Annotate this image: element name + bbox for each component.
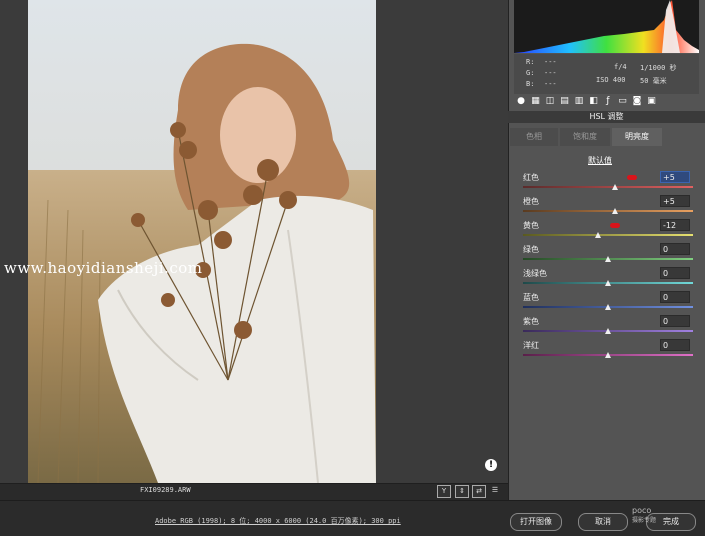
settings-icon[interactable]: ☰ [489, 485, 501, 496]
slider-value-field[interactable]: 0 [660, 267, 690, 279]
calibration-icon[interactable]: ◙ [630, 95, 644, 107]
image-status-bar [0, 483, 508, 500]
slider-label: 浅绿色 [523, 269, 547, 278]
brand-name: poco [632, 506, 652, 515]
slider-value-field[interactable]: 0 [660, 243, 690, 255]
slider-label: 橙色 [523, 197, 539, 206]
view-y-button[interactable]: Y [437, 485, 451, 498]
slider-track[interactable] [523, 186, 693, 188]
slider-track[interactable] [523, 210, 693, 212]
tool-icon-row: ● ▦ ◫ ▤ ▥ ◧ ƒ ▭ ◙ ▣ [514, 95, 699, 109]
slider-value-field[interactable]: -12 [660, 219, 690, 231]
slider-label: 红色 [523, 173, 539, 182]
slider-thumb[interactable] [605, 304, 611, 310]
compare-icon[interactable]: ⇕ [455, 485, 469, 498]
grid-icon[interactable]: ▦ [529, 95, 543, 107]
brand-subtitle: 摄影专题 [632, 517, 657, 524]
cancel-button[interactable]: 取消 [578, 513, 628, 531]
lens-icon[interactable]: ▭ [616, 95, 630, 107]
slider-label: 黄色 [523, 221, 539, 230]
slider-thumb[interactable] [605, 352, 611, 358]
portrait-photo [28, 0, 376, 483]
open-image-button[interactable]: 打开图像 [510, 513, 562, 531]
r-label: R: [526, 58, 535, 66]
histogram-graph [514, 0, 699, 53]
hsl-icon[interactable]: ▥ [572, 95, 586, 107]
slider-track[interactable] [523, 234, 693, 236]
focal-readout: 50 毫米 [640, 77, 667, 85]
annotation-marker [626, 175, 637, 180]
hsl-tabs: 色相 饱和度 明亮度 [510, 128, 662, 146]
workflow-options-link[interactable]: Adobe RGB (1998); 8 位; 4000 x 6000 (24.0… [155, 516, 401, 526]
presets-icon[interactable]: ▣ [645, 95, 659, 107]
slider-value-field[interactable]: 0 [660, 339, 690, 351]
default-link[interactable]: 默认值 [588, 155, 612, 166]
slider-thumb[interactable] [605, 280, 611, 286]
warning-icon[interactable]: ! [485, 459, 497, 471]
g-value: --- [544, 69, 557, 77]
slider-value-field[interactable]: 0 [660, 291, 690, 303]
watermark-text: www.haoyidiansheji.com [4, 259, 203, 277]
slider-value-field[interactable]: +5 [660, 195, 690, 207]
slider-label: 紫色 [523, 317, 539, 326]
g-label: G: [526, 69, 535, 77]
filename-label: FXI09289.ARW [140, 486, 191, 494]
fx-icon[interactable]: ƒ [601, 95, 615, 107]
slider-thumb[interactable] [594, 232, 601, 238]
annotation-marker [609, 223, 620, 228]
slider-label: 洋红 [523, 341, 539, 350]
slider-value-field[interactable]: +5 [660, 171, 690, 183]
camera-info-area: R: --- G: --- B: --- f/4 1/1000 秒 ISO 40… [514, 54, 699, 94]
slider-thumb[interactable] [605, 256, 611, 262]
aperture-readout: f/4 [614, 63, 627, 71]
slider-label: 蓝色 [523, 293, 539, 302]
split-toning-icon[interactable]: ◧ [587, 95, 601, 107]
tone-curve-icon[interactable]: ◫ [543, 95, 557, 107]
photo-preview[interactable] [28, 0, 376, 483]
slider-label: 绿色 [523, 245, 539, 254]
tab-hue[interactable]: 色相 [510, 128, 558, 146]
b-label: B: [526, 80, 535, 88]
shutter-readout: 1/1000 秒 [640, 64, 677, 72]
tab-saturation[interactable]: 饱和度 [560, 128, 610, 146]
brand-logo: poco 摄影专题 [632, 506, 656, 525]
swap-icon[interactable]: ⇄ [472, 485, 486, 498]
b-value: --- [544, 80, 557, 88]
iso-readout: ISO 400 [596, 76, 626, 84]
slider-thumb[interactable] [611, 184, 618, 190]
section-title: HSL 调整 [508, 111, 705, 123]
tab-luminance[interactable]: 明亮度 [612, 128, 662, 146]
slider-value-field[interactable]: 0 [660, 315, 690, 327]
slider-thumb[interactable] [605, 328, 611, 334]
histogram [514, 0, 699, 53]
r-value: --- [544, 58, 557, 66]
aperture-icon[interactable]: ● [514, 95, 528, 107]
detail-icon[interactable]: ▤ [558, 95, 572, 107]
slider-thumb[interactable] [611, 208, 618, 214]
